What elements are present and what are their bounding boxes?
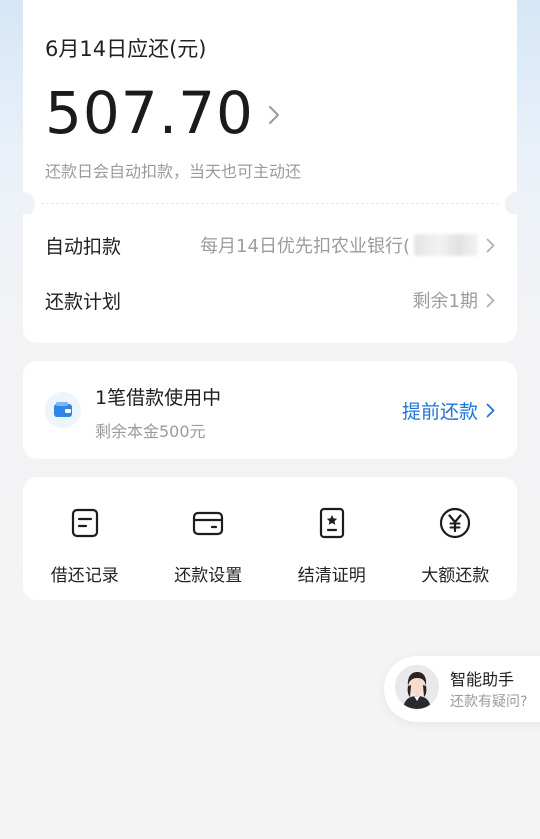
chevron-right-icon <box>486 403 495 418</box>
yen-icon <box>440 507 471 539</box>
due-date-title: 6月14日应还(元) <box>45 37 207 61</box>
action-label: 还款设置 <box>174 566 243 586</box>
assistant-subtitle: 还款有疑问? <box>450 694 528 710</box>
action-label: 借还记录 <box>50 566 119 586</box>
auto-debit-note: 还款日会自动扣款，当天也可主动还 <box>45 162 302 181</box>
ticket-divider <box>11 192 529 216</box>
smart-assistant-bubble[interactable]: 智能助手 还款有疑问? <box>384 656 540 722</box>
repayment-plan-value: 剩余1期 <box>412 291 478 312</box>
action-label: 结清证明 <box>297 566 366 586</box>
action-large-repayment[interactable]: 大额还款 <box>394 477 518 600</box>
prepay-button[interactable]: 提前还款 <box>402 397 495 424</box>
chevron-right-icon <box>486 293 495 307</box>
card-icon <box>193 511 224 536</box>
action-settlement-certificate[interactable]: 结清证明 <box>270 477 394 600</box>
auto-debit-value-wrap: 每月14日优先扣农业银行( <box>200 232 495 258</box>
amount-row[interactable]: 507.70 <box>45 80 280 146</box>
dashed-line <box>41 203 499 204</box>
active-loan-card[interactable]: 1笔借款使用中 剩余本金500元 提前还款 <box>23 361 517 459</box>
assistant-avatar <box>395 665 439 709</box>
action-borrow-repay-records[interactable]: 借还记录 <box>23 477 147 600</box>
auto-debit-row[interactable]: 自动扣款 每月14日优先扣农业银行( <box>45 231 495 259</box>
chevron-right-icon <box>268 106 279 124</box>
divider-notch-right <box>505 192 529 216</box>
bill-details-card: 自动扣款 每月14日优先扣农业银行( 还款计划 剩余1期 <box>23 214 517 343</box>
repayment-plan-value-wrap: 剩余1期 <box>413 287 495 313</box>
action-label: 大额还款 <box>421 566 490 586</box>
action-repayment-settings[interactable]: 还款设置 <box>147 477 271 600</box>
chevron-right-icon <box>486 238 495 252</box>
remaining-principal: 剩余本金500元 <box>95 422 206 441</box>
assistant-title: 智能助手 <box>450 670 515 689</box>
wallet-icon <box>45 392 81 428</box>
auto-debit-value: 每月14日优先扣农业银行( <box>200 236 410 257</box>
divider-notch-left <box>11 192 35 216</box>
prepay-label: 提前还款 <box>401 401 478 423</box>
repayment-plan-row[interactable]: 还款计划 剩余1期 <box>45 286 495 314</box>
bill-summary-card: 6月14日应还(元) 507.70 还款日会自动扣款，当天也可主动还 <box>23 0 517 205</box>
quick-actions-card: 借还记录 还款设置 结清证明 大额还款 <box>23 477 517 600</box>
document-icon <box>71 508 98 538</box>
masked-card-number <box>414 234 478 256</box>
loan-status-title: 1笔借款使用中 <box>95 387 222 409</box>
due-amount: 507.70 <box>45 79 254 147</box>
repayment-plan-label: 还款计划 <box>45 290 122 313</box>
auto-debit-label: 自动扣款 <box>45 235 122 258</box>
certificate-icon <box>319 507 344 539</box>
